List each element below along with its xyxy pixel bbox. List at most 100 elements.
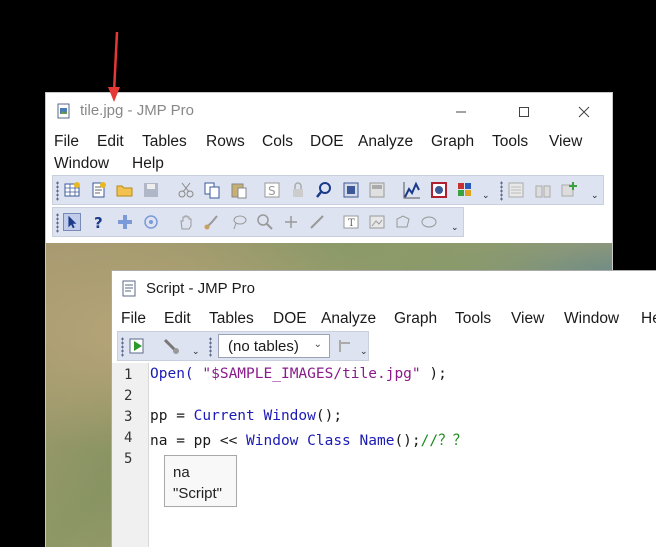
crosshair-icon[interactable] [142,213,160,231]
menu-tables[interactable]: Tables [209,310,254,328]
selection-tool-icon[interactable] [116,213,134,231]
menu-file[interactable]: File [121,310,146,328]
menu-help[interactable]: He [641,310,656,328]
arrange-windows-icon[interactable] [534,181,552,199]
menu-help[interactable]: Help [132,155,164,173]
title-bar[interactable]: Script - JMP Pro [112,271,656,305]
toolbar-overflow-icon[interactable]: ⌄ [591,190,599,201]
open-folder-icon[interactable] [116,181,134,199]
line-tool-icon[interactable] [308,213,326,231]
help-tool-icon[interactable]: ? [90,213,108,231]
scatterplot-matrix-icon[interactable] [430,181,448,199]
table-selector[interactable]: (no tables) ⌄ [218,334,330,358]
line-number: 5 [124,451,133,467]
oval-tool-icon[interactable] [420,213,438,231]
image-tool-icon[interactable] [368,213,386,231]
window-title: tile.jpg - JMP Pro [80,102,194,119]
lock-icon[interactable] [289,181,307,199]
image-file-icon [57,103,70,119]
new-script-icon[interactable] [90,181,108,199]
code-line-4: na = pp << Window Class Name();//？？ [150,429,467,450]
menu-file[interactable]: File [54,133,79,151]
menu-window[interactable]: Window [54,155,109,173]
graph-builder-icon[interactable] [403,181,421,199]
text-tool-icon[interactable]: T [342,213,360,231]
code-string: "$SAMPLE_IMAGES/tile.jpg" [202,366,421,382]
save-icon[interactable] [142,181,160,199]
title-bar[interactable]: tile.jpg - JMP Pro [46,93,612,131]
code-comment: //？？ [420,433,468,449]
embedded-log-output: na "Script" [164,455,237,507]
toolbar-grip[interactable] [56,213,59,233]
toolbar-overflow-icon[interactable]: ⌄ [451,222,459,233]
menu-rows[interactable]: Rows [206,133,245,151]
toolbar-overflow-icon[interactable]: ⌄ [192,346,200,357]
code-line-1: Open( "$SAMPLE_IMAGES/tile.jpg" ); [150,366,447,382]
output-value: "Script" [173,485,222,502]
script-window[interactable]: Script - JMP Pro File Edit Tables DOE An… [111,270,656,547]
menu-graph[interactable]: Graph [394,310,437,328]
formula-icon[interactable]: S [263,181,281,199]
menu-tools[interactable]: Tools [492,133,528,151]
script-file-icon [122,280,136,297]
script-editor[interactable]: 1 2 3 4 5 Open( "$SAMPLE_IMAGES/tile.jpg… [112,363,656,547]
menu-edit[interactable]: Edit [164,310,191,328]
window-list-icon[interactable] [507,181,525,199]
toolbar-overflow-icon[interactable]: ⌄ [360,346,368,357]
code-text: na = pp << [150,433,247,449]
svg-text:?: ? [94,214,103,231]
brush-tool-icon[interactable] [203,213,221,231]
run-script-icon[interactable] [128,337,146,355]
code-function: Current Window [193,408,316,424]
menu-graph[interactable]: Graph [431,133,474,151]
menu-window[interactable]: Window [564,310,619,328]
toolbar-grip[interactable] [209,337,212,357]
hand-tool-icon[interactable] [177,213,195,231]
table-script-icon[interactable] [336,337,354,355]
cut-icon[interactable] [177,181,195,199]
menu-view[interactable]: View [511,310,544,328]
menu-edit[interactable]: Edit [97,133,124,151]
menu-analyze[interactable]: Analyze [321,310,376,328]
code-text: (); [315,408,343,424]
minimize-button[interactable] [438,97,484,127]
line-number: 2 [124,388,133,404]
close-button[interactable] [561,97,607,127]
menu-tools[interactable]: Tools [455,310,491,328]
plus-tool-icon[interactable] [282,213,300,231]
report-icon[interactable] [368,181,386,199]
menu-doe[interactable]: DOE [310,133,344,151]
window-title: Script - JMP Pro [146,280,255,297]
maximize-button[interactable] [501,97,547,127]
line-number-gutter: 1 2 3 4 5 [112,363,149,547]
debug-tool-icon[interactable] [162,337,180,355]
toolbar-overflow-icon[interactable]: ⌄ [482,190,490,201]
menu-bar: File Edit Tables DOE Analyze Graph Tools… [112,305,656,329]
menu-bar: File Edit Tables Rows Cols DOE Analyze G… [46,131,612,177]
toolbar-grip[interactable] [121,337,124,357]
search-icon[interactable] [315,181,333,199]
menu-cols[interactable]: Cols [262,133,293,151]
menu-doe[interactable]: DOE [273,310,307,328]
annotation-arrow [108,32,120,102]
toolbar-grip[interactable] [56,181,59,201]
new-data-table-icon[interactable] [63,181,81,199]
polygon-tool-icon[interactable] [394,213,412,231]
arrow-tool-icon[interactable] [63,213,81,231]
menu-analyze[interactable]: Analyze [358,133,413,151]
svg-text:T: T [348,218,355,229]
menu-tables[interactable]: Tables [142,133,187,151]
toolbar-grip[interactable] [500,181,503,201]
heatmap-icon[interactable] [456,181,474,199]
copy-icon[interactable] [203,181,221,199]
lasso-tool-icon[interactable] [230,213,248,231]
paste-icon[interactable] [230,181,248,199]
data-view-icon[interactable] [342,181,360,199]
menu-view[interactable]: View [549,133,582,151]
chevron-down-icon: ⌄ [313,339,322,350]
add-window-icon[interactable] [560,181,578,199]
magnifier-tool-icon[interactable] [256,213,274,231]
script-toolbar: ⌄ (no tables) ⌄ ⌄ [117,331,369,361]
main-toolbar: S ⌄ ⌄ [52,175,604,205]
minimize-icon [456,111,466,113]
